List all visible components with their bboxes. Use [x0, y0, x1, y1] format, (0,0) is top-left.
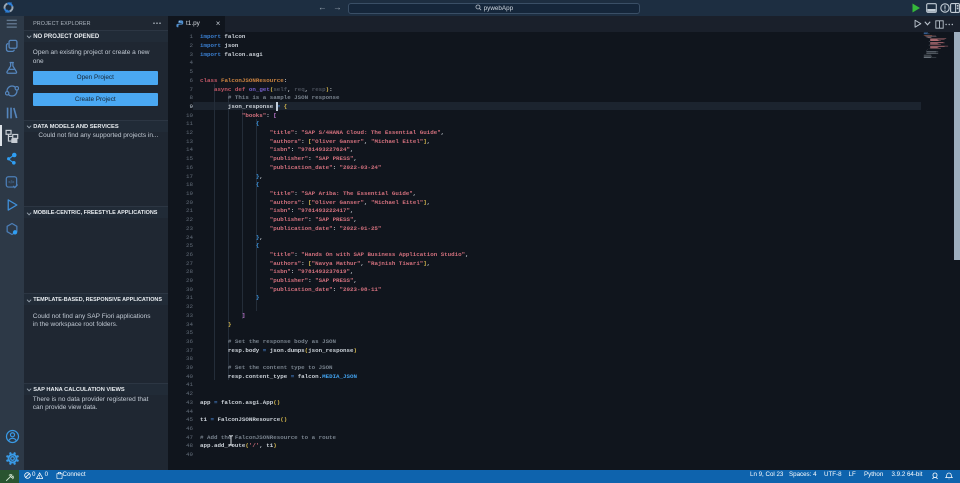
svg-text:</>: </> [8, 179, 15, 184]
